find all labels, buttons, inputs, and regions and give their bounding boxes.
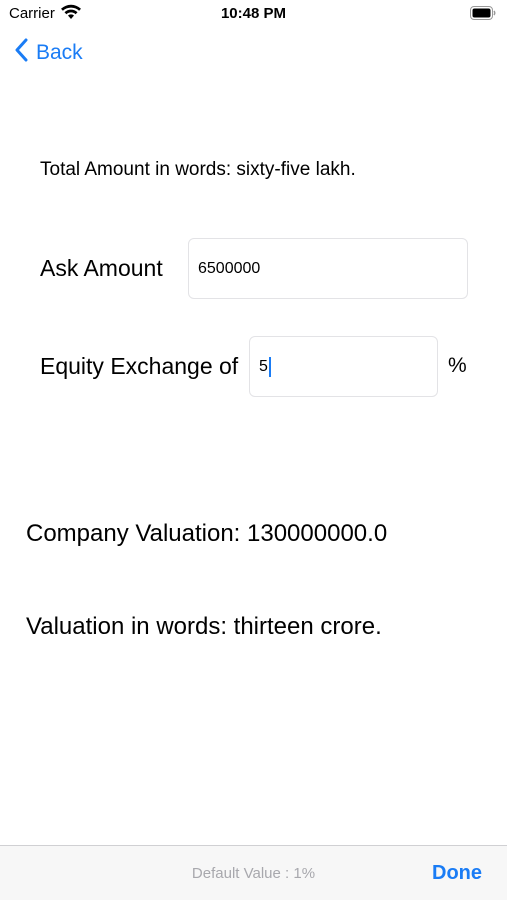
battery-icon xyxy=(470,6,496,20)
text-cursor xyxy=(268,356,271,377)
default-value-hint: Default Value : 1% xyxy=(191,865,316,882)
equity-value: 5 xyxy=(259,357,268,375)
back-button[interactable]: Back xyxy=(14,38,83,68)
equity-exchange-label: Equity Exchange of xyxy=(40,353,239,379)
ask-amount-input[interactable]: 6500000 xyxy=(188,238,468,299)
keyboard-toolbar: Default Value : 1% Done xyxy=(0,845,507,900)
total-amount-words: Total Amount in words: sixty-five lakh. xyxy=(40,159,356,180)
valuation-in-words: Valuation in words: thirteen crore. xyxy=(26,613,382,640)
done-button[interactable]: Done xyxy=(432,862,482,885)
back-label: Back xyxy=(36,41,83,64)
chevron-left-icon xyxy=(14,38,36,68)
equity-input[interactable]: 5 xyxy=(249,336,438,397)
ask-amount-label: Ask Amount xyxy=(40,255,163,281)
status-bar: Carrier 10:48 PM xyxy=(0,0,507,30)
status-time: 10:48 PM xyxy=(220,5,287,22)
percent-sign: % xyxy=(448,354,467,377)
company-valuation: Company Valuation: 130000000.0 xyxy=(26,520,388,547)
ask-amount-value: 6500000 xyxy=(198,259,261,277)
